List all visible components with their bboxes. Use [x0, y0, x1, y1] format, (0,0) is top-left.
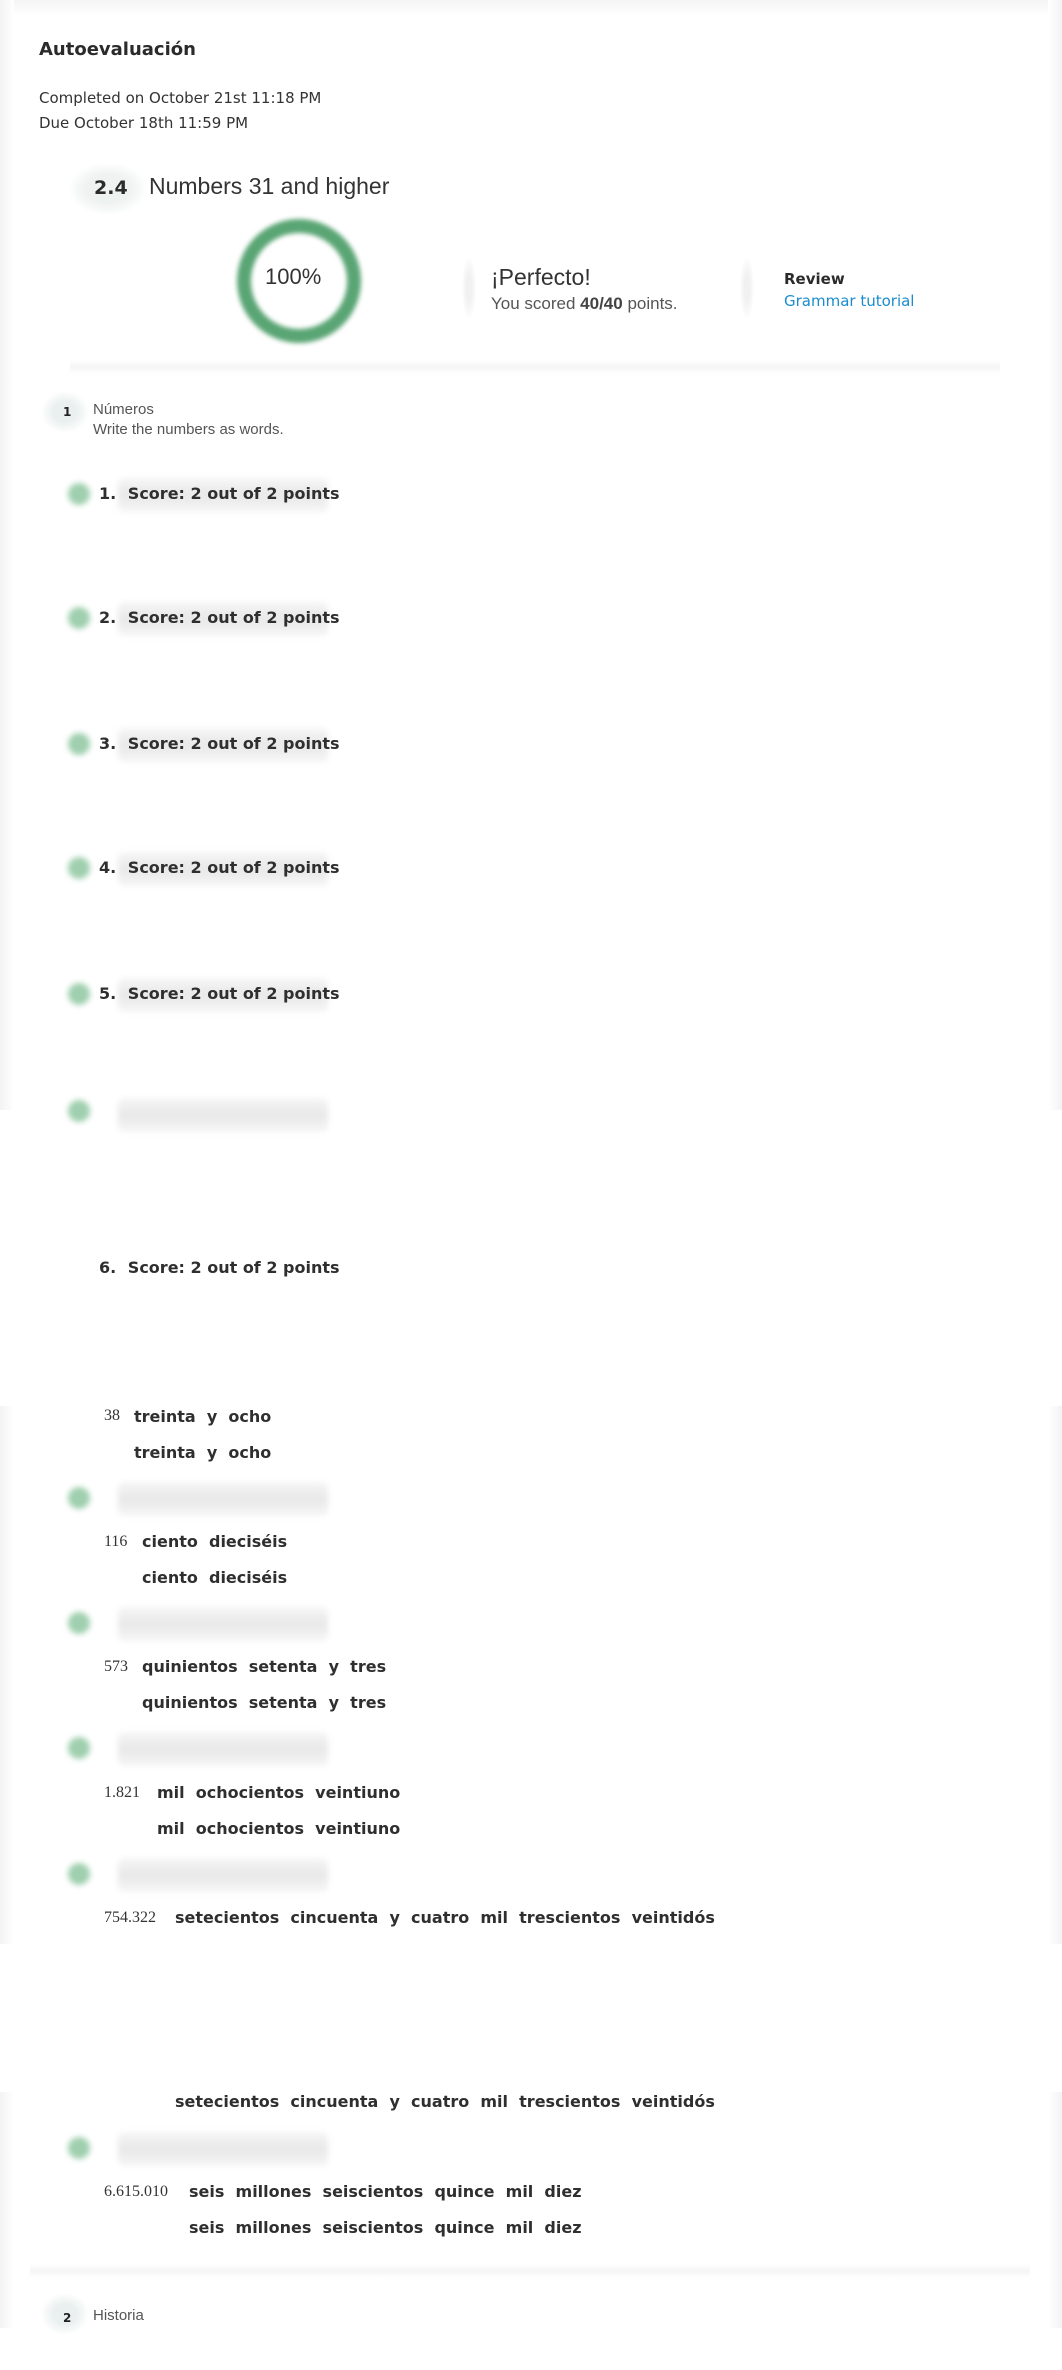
question-score[interactable]: 2. Score: 2 out of 2 points	[99, 608, 340, 627]
page-title: Autoevaluación	[39, 39, 196, 60]
page-segment-1: Autoevaluación Completed on October 21st…	[0, 0, 1062, 1132]
check-icon	[68, 1737, 90, 1759]
question-number: 1.	[99, 484, 117, 503]
score-label: Score: 2 out of 2 points	[127, 1258, 340, 1277]
check-icon	[68, 857, 90, 879]
correct-answer: setecientos cincuenta y cuatro mil tresc…	[175, 2092, 715, 2111]
question-number: 5.	[99, 984, 117, 1003]
prompt-number: 754.322	[104, 1909, 156, 1926]
score-label: Score: 2 out of 2 points	[127, 984, 340, 1003]
frame-top	[0, 0, 1062, 16]
question-number: 4.	[99, 858, 117, 877]
student-answer: setecientos cincuenta y cuatro mil tresc…	[175, 1908, 715, 1927]
correct-answer: quinientos setenta y tres	[142, 1693, 387, 1712]
score-label: Score: 2 out of 2 points	[127, 734, 340, 753]
score-text: You scored 40/40 points.	[491, 294, 678, 314]
assignment-number: 2.4	[94, 177, 128, 199]
question-score[interactable]: 6. Score: 2 out of 2 points	[99, 1258, 340, 1277]
page-segment-3: setecientos cincuenta y cuatro mil tresc…	[0, 2092, 1062, 2334]
frame-right	[1048, 0, 1062, 1110]
section-name: Números	[93, 401, 154, 418]
check-icon	[68, 733, 90, 755]
correct-answer: seis millones seiscientos quince mil die…	[189, 2218, 582, 2237]
due-date: Due October 18th 11:59 PM	[39, 114, 249, 132]
question-score[interactable]: 1. Score: 2 out of 2 points	[99, 484, 340, 503]
frame-right	[1048, 2092, 1062, 2328]
score-label: Score: 2 out of 2 points	[127, 858, 340, 877]
score-bar	[118, 1858, 328, 1892]
frame-left	[0, 0, 14, 1110]
score-bar	[118, 1482, 328, 1516]
section-number: 2	[63, 2311, 72, 2325]
check-icon	[68, 2137, 90, 2159]
grammar-tutorial-link[interactable]: Grammar tutorial	[784, 292, 914, 310]
question-score[interactable]: 4. Score: 2 out of 2 points	[99, 858, 340, 877]
score-headline: ¡Perfecto!	[491, 264, 591, 290]
score-label: Score: 2 out of 2 points	[127, 484, 340, 503]
question-score[interactable]: 3. Score: 2 out of 2 points	[99, 734, 340, 753]
correct-answer: ciento dieciséis	[142, 1568, 288, 1587]
question-number: 2.	[99, 608, 117, 627]
section-number: 1	[63, 405, 72, 419]
question-number: 6.	[99, 1258, 117, 1277]
check-icon	[68, 1612, 90, 1634]
score-bar	[118, 1732, 328, 1766]
completed-date: Completed on October 21st 11:18 PM	[39, 89, 322, 107]
score-bar	[118, 1098, 328, 1132]
question-number: 3.	[99, 734, 117, 753]
section-instructions: Write the numbers as words.	[93, 421, 284, 438]
section-divider	[30, 2264, 1030, 2278]
prompt-number: 6.615.010	[104, 2183, 168, 2200]
correct-answer: mil ochocientos veintiuno	[157, 1819, 401, 1838]
review-label: Review	[784, 270, 845, 288]
check-icon	[68, 483, 90, 505]
score-prefix: You scored	[491, 294, 581, 313]
check-icon	[68, 607, 90, 629]
separator	[740, 258, 754, 318]
score-bar	[118, 1607, 328, 1641]
separator	[462, 258, 476, 318]
question-score[interactable]: 5. Score: 2 out of 2 points	[99, 984, 340, 1003]
student-answer: ciento dieciséis	[142, 1532, 288, 1551]
student-answer: treinta y ocho	[134, 1407, 272, 1426]
student-answer: mil ochocientos veintiuno	[157, 1783, 401, 1802]
prompt-number: 116	[104, 1533, 128, 1550]
check-icon	[68, 1100, 90, 1122]
prompt-number: 1.821	[104, 1784, 140, 1801]
frame-right	[1048, 1406, 1062, 1944]
score-percent: 100%	[265, 264, 322, 289]
score-value: 40/40	[580, 294, 623, 313]
prompt-number: 38	[104, 1407, 120, 1424]
frame-left	[0, 1406, 14, 1944]
assignment-name: Numbers 31 and higher	[149, 173, 390, 199]
section-divider	[70, 360, 1000, 374]
check-icon	[68, 1487, 90, 1509]
page-segment-2: 38 treinta y ocho treinta y ocho 116 cie…	[0, 1406, 1062, 1944]
score-label: Score: 2 out of 2 points	[127, 608, 340, 627]
correct-answer: treinta y ocho	[134, 1443, 272, 1462]
section-name: Historia	[93, 2307, 144, 2324]
score-suffix: points.	[622, 294, 678, 313]
student-answer: seis millones seiscientos quince mil die…	[189, 2182, 582, 2201]
check-icon	[68, 1863, 90, 1885]
student-answer: quinientos setenta y tres	[142, 1657, 387, 1676]
frame-left	[0, 2092, 14, 2328]
check-icon	[68, 983, 90, 1005]
score-bar	[118, 2132, 328, 2166]
prompt-number: 573	[104, 1658, 128, 1675]
